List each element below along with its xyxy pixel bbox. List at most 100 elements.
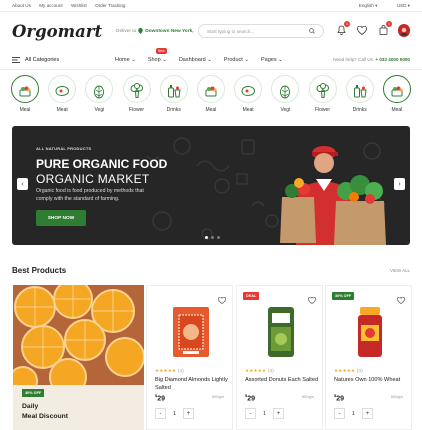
promo-title: Daily [22,403,39,410]
nav-dashboard[interactable]: Dashboard ⌄ [179,57,212,63]
language-select[interactable]: English ▾ [350,3,378,8]
increase-quantity-button[interactable]: + [183,408,194,419]
nav-product-label: Product [223,56,243,63]
new-badge: New [155,47,167,54]
category-item-meat[interactable]: Meat [47,75,77,113]
add-to-wishlist-button[interactable] [308,291,316,309]
product-name[interactable]: Assorted Donuts Each Salted [245,376,319,384]
search-icon[interactable] [309,28,315,34]
price-value: 29 [336,395,345,403]
category-item-meal[interactable]: Meal [382,75,412,113]
best-products-title: Best Products [12,266,67,275]
cart-button[interactable]: 1 [377,21,392,36]
quantity-value[interactable]: 1 [168,408,181,419]
product-image[interactable] [164,303,217,361]
quantity-value[interactable]: 1 [347,408,360,419]
wishlist-button[interactable] [356,24,368,36]
category-item-vegi[interactable]: Vegi [84,75,114,113]
banner-title: PURE ORGANIC FOOD [36,157,168,171]
banner-subtitle: ORGANIC MARKET [36,172,150,186]
banner-eyebrow: ALL NATURAL PRODUCTS [36,146,92,151]
category-item-drinks[interactable]: Drinks [159,75,189,113]
all-categories-button[interactable]: All Categories [12,56,115,63]
category-circle [308,75,337,103]
category-label: Drinks [166,107,181,113]
add-to-wishlist-button[interactable] [218,291,226,309]
menu-icon [12,56,20,63]
category-label: Meat [56,107,68,113]
rating-stars: ★★★★★ (4) [155,368,184,373]
decrease-quantity-button[interactable]: - [245,408,256,419]
heart-icon [218,296,226,305]
banner-next-button[interactable]: › [394,178,405,190]
my-account-link[interactable]: My account [39,3,63,8]
help-phone[interactable]: + 032 4000 5000 [375,57,410,62]
about-us-link[interactable]: About Us [12,3,31,8]
product-image[interactable] [343,303,396,361]
bell-icon [336,25,346,35]
product-card[interactable]: DEAL ★★★★★ (4) Assorted Donuts Each Salted… [236,285,323,430]
nav-dashboard-label: Dashboard [178,56,206,63]
wishlist-link[interactable]: Wishlist [71,3,87,8]
product-badge: DEAL [243,292,260,300]
nav-product[interactable]: Product ⌄ [224,57,249,63]
add-to-wishlist-button[interactable] [397,291,405,309]
category-item-vegi[interactable]: Vegi [270,75,300,113]
category-circle [345,75,374,103]
broccoli-icon [129,83,145,99]
increase-quantity-button[interactable]: + [362,408,373,419]
help-label: Need help? Call Us: [333,57,375,62]
category-item-meal[interactable]: Meal [10,75,40,113]
category-label: Vegi [94,107,105,113]
product-name[interactable]: Natures Own 100% Wheat [334,376,408,384]
category-label: Drinks [352,107,367,113]
currency-value: USD [396,2,407,8]
product-price: $29 [245,393,255,402]
quantity-stepper: -1 + [245,408,284,419]
heart-icon [397,296,405,305]
header: Orgomart Deliver to Downtown New York, S… [0,12,422,50]
category-item-meal[interactable]: Meal [196,75,226,113]
category-circle [196,75,225,103]
avatar[interactable] [398,24,410,37]
shop-now-button[interactable]: SHOP NOW [36,210,86,226]
carousel-dot[interactable] [217,236,220,239]
currency-select[interactable]: USD ▾ [388,3,410,8]
nav-pages[interactable]: Pages ⌄ [261,57,283,63]
nav-shop[interactable]: New Shop ⌄ [147,47,167,63]
carousel-dot[interactable] [205,236,208,239]
banner-prev-button[interactable]: ‹ [17,178,28,190]
meal-icon [203,84,219,98]
search-input[interactable]: Start typing to search... [198,24,324,38]
nav-shop-label: Shop [147,56,161,63]
product-card[interactable]: ★★★★★ (4) Big Diamond Almonds Lightly Sal… [146,285,233,430]
view-all-link[interactable]: VIEW ALL [390,268,410,273]
increase-quantity-button[interactable]: + [273,408,284,419]
decrease-quantity-button[interactable]: - [334,408,345,419]
logo[interactable]: Orgomart [12,22,116,41]
nav-home[interactable]: Home ⌄ [115,57,136,63]
product-name[interactable]: Big Diamond Almonds Lightly Salted [155,376,229,392]
notification-button[interactable]: 1 [335,21,350,36]
deliver-to[interactable]: Deliver to Downtown New York, [116,28,198,34]
category-item-flower[interactable]: Flower [308,75,338,113]
rating-count: (4) [356,368,363,373]
cart-badge: 1 [386,21,392,27]
order-tracking-link[interactable]: Order Tracking [95,3,125,8]
category-item-flower[interactable]: Flower [122,75,152,113]
category-item-meat[interactable]: Meat [233,75,263,113]
carousel-dot[interactable] [211,236,214,239]
category-item-drinks[interactable]: Drinks [345,75,375,113]
product-image[interactable] [254,303,307,361]
category-circle [382,75,411,103]
product-card[interactable]: 30% OFF ★★★★★ (4) Natures Own 100% Wheat $2… [325,285,412,430]
promo-card[interactable]: 30% OFF Daily Meal Discount [13,285,144,430]
product-price: $29 [334,393,344,402]
category-label: Flower [129,107,145,113]
quantity-value[interactable]: 1 [258,408,271,419]
category-circle [85,75,114,103]
help-contact: Need help? Call Us: + 032 4000 5000 [333,57,410,62]
carousel-dots [205,236,220,239]
decrease-quantity-button[interactable]: - [155,408,166,419]
rating-stars: ★★★★★ (4) [334,368,363,373]
